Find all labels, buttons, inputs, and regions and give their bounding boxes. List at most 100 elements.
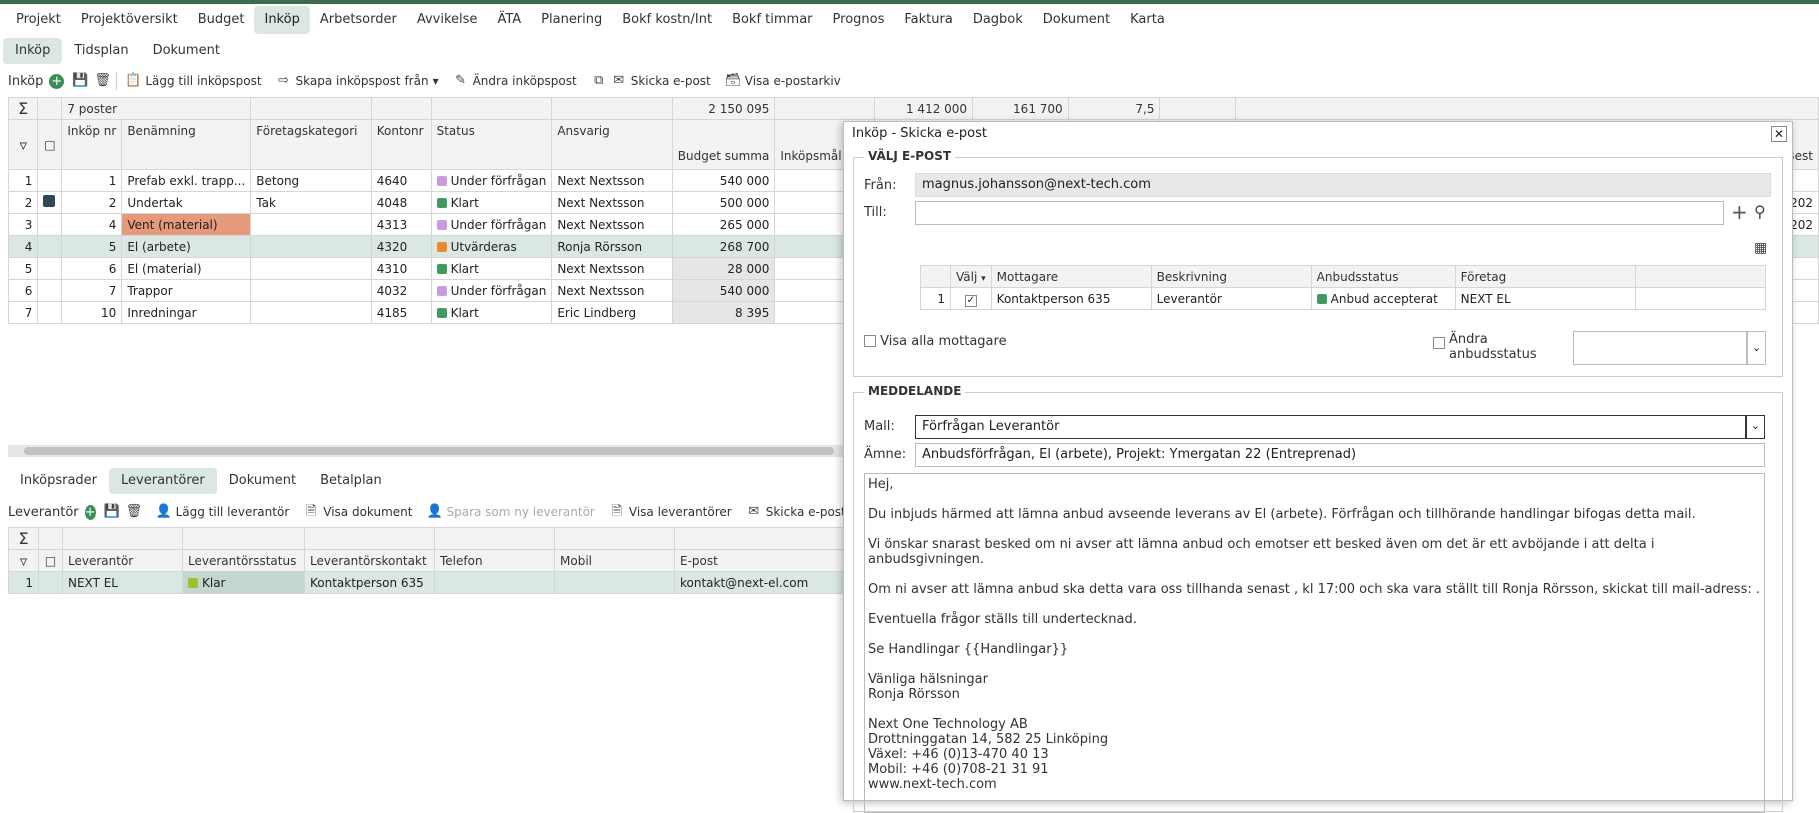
col-supplier-contact[interactable]: Leverantörskontakt [304,549,435,572]
lower-tab-0[interactable]: Inköpsrader [8,468,109,494]
save-as-supplier-button[interactable]: 👤 Spara som ny leverantör [426,504,594,520]
add-icon[interactable]: + [84,504,96,520]
nav-item-5[interactable]: Avvikelse [407,6,488,34]
add-supplier-button[interactable]: 👤 Lägg till leverantör [156,504,290,520]
note-icon[interactable] [43,195,56,207]
nav-item-7[interactable]: Planering [531,6,612,34]
add-icon[interactable]: + [49,73,65,89]
message-body[interactable]: Hej, Du inbjuds härmed att lämna anbud a… [864,473,1765,813]
email-archive-button[interactable]: 🗃 Visa e-postarkiv [725,73,841,89]
nav-item-8[interactable]: Bokf kostn/Int [612,6,722,34]
nav-item-1[interactable]: Projektöversikt [71,6,188,34]
row-cell [1634,287,1766,310]
col-recipient[interactable]: Mottagare [990,265,1152,288]
nav-item-12[interactable]: Dagbok [963,6,1033,34]
col-account[interactable]: Kontonr [370,119,432,170]
nav-item-4[interactable]: Arbetsorder [310,6,407,34]
table-row[interactable]: 1 ✓ Kontaktperson 635 Leverantör Anbud accep… [920,287,1766,310]
search-icon[interactable]: ⚲ [1754,202,1766,221]
status-text: Under förfrågan [450,217,547,232]
sum-cell [430,97,553,120]
show-all-recipients[interactable]: Visa alla mottagare [864,334,1007,349]
save-icon[interactable]: 💾 [72,73,88,89]
status-dot [436,175,447,186]
sum-value: 161 700 [972,97,1069,120]
filter-icon[interactable]: ▿ [7,119,39,170]
nav-item-14[interactable]: Karta [1120,6,1175,34]
scrollbar-thumb[interactable] [24,447,834,455]
send-email-button[interactable]: ✉ Skicka e-post [611,73,711,89]
show-suppliers-button[interactable]: 🗎 Visa leverantörer [609,504,732,520]
filter-icon[interactable]: ▿ [8,549,39,572]
nav-item-0[interactable]: Projekt [6,6,71,34]
select-checkbox[interactable]: ✓ [950,287,992,310]
sum-value: 7,5 [1067,97,1161,120]
import-icon: ⇨ [278,73,289,88]
horizontal-scrollbar[interactable] [8,445,845,457]
nav-item-11[interactable]: Faktura [894,6,962,34]
chevron-down-icon[interactable]: ⌄ [1746,415,1765,439]
col-description[interactable]: Beskrivning [1150,265,1312,288]
note-header-icon[interactable]: □ [37,119,63,170]
col-nr[interactable]: Inköp nr [61,119,123,170]
add-recipient-icon[interactable]: + [1731,202,1748,222]
template-input[interactable]: Förfrågan Leverantör [915,415,1746,439]
edit-purchase-button[interactable]: ✎ Ändra inköpspost [453,73,577,89]
subnav-item-2[interactable]: Dokument [141,38,232,64]
col-phone[interactable]: Telefon [434,549,555,572]
chevron-down-icon[interactable]: ⌄ [1747,331,1766,365]
nav-item-2[interactable]: Budget [188,6,255,34]
status-select[interactable] [1573,331,1747,365]
sum-cell [551,97,673,120]
add-purchase-button[interactable]: 📋 Lägg till inköpspost [125,73,261,89]
close-icon[interactable]: ✕ [1771,126,1787,142]
create-purchase-dropdown[interactable]: ⇨ Skapa inköpspost från ▾ [276,73,439,89]
nav-item-13[interactable]: Dokument [1033,6,1120,34]
purchase-nr: 4 [61,213,123,236]
col-name[interactable]: Benämning [121,119,252,170]
delete-icon[interactable]: 🗑 [94,73,111,89]
subject-input[interactable]: Anbudsförfrågan, El (arbete), Projekt: Y… [915,443,1765,467]
table-row[interactable]: 1 NEXT EL Klar Kontaktperson 635 kontakt@nex… [8,571,955,594]
subnav-item-0[interactable]: Inköp [3,38,63,64]
save-icon[interactable]: 💾 [104,504,120,520]
purchase-name: El (arbete) [121,235,252,258]
lower-tab-2[interactable]: Dokument [217,468,308,494]
supplier-email-button[interactable]: ✉ Skicka e-post [746,504,845,520]
row-note [37,279,63,302]
purchase-responsible: Next Nextsson [551,191,673,214]
copy-button[interactable]: ⧉ [591,73,607,89]
nav-item-9[interactable]: Bokf timmar [722,6,822,34]
toolbar-title: Inköp [8,73,44,89]
document-search-icon: 🗎 [611,504,623,519]
to-input[interactable] [915,201,1724,225]
col-select[interactable]: Välj ▾ [950,265,992,288]
nav-item-3[interactable]: Inköp [254,6,310,34]
col-budget[interactable]: Budget summa [671,119,776,170]
note-header-icon[interactable]: □ [38,549,63,572]
lower-tab-3[interactable]: Betalplan [308,468,394,494]
col-supplier-status[interactable]: Leverantörsstatus [182,549,305,572]
purchase-status: Utvärderas [430,235,553,258]
column-settings-icon[interactable]: ▦ [1754,240,1767,256]
purchase-toolbar: Inköp + 💾 🗑 📋 Lägg till inköpspost ⇨ Skapa… [0,66,1819,96]
delete-icon[interactable]: 🗑 [126,504,143,520]
nav-item-10[interactable]: Prognos [823,6,895,34]
row-note [37,257,63,280]
copy-icon: ⧉ [594,73,604,88]
col-supplier[interactable]: Leverantör [62,549,183,572]
sum-cell [554,527,675,550]
checkbox-checked-icon: ✓ [964,295,977,307]
col-status[interactable]: Status [430,119,553,170]
col-responsible[interactable]: Ansvarig [551,119,673,170]
col-company[interactable]: Företag [1454,265,1636,288]
col-mobile[interactable]: Mobil [554,549,675,572]
col-bid-status[interactable]: Anbudsstatus [1310,265,1456,288]
show-documents-button[interactable]: 🗎 Visa dokument [303,504,412,520]
col-category[interactable]: Företagskategori [250,119,372,170]
lower-tab-1[interactable]: Leverantörer [109,468,217,494]
recipient-bid-status: Anbud accepterat [1310,287,1456,310]
nav-item-6[interactable]: ÄTA [487,6,531,34]
subnav-item-1[interactable]: Tidsplan [62,38,140,64]
change-status-checkbox[interactable] [1433,337,1445,349]
